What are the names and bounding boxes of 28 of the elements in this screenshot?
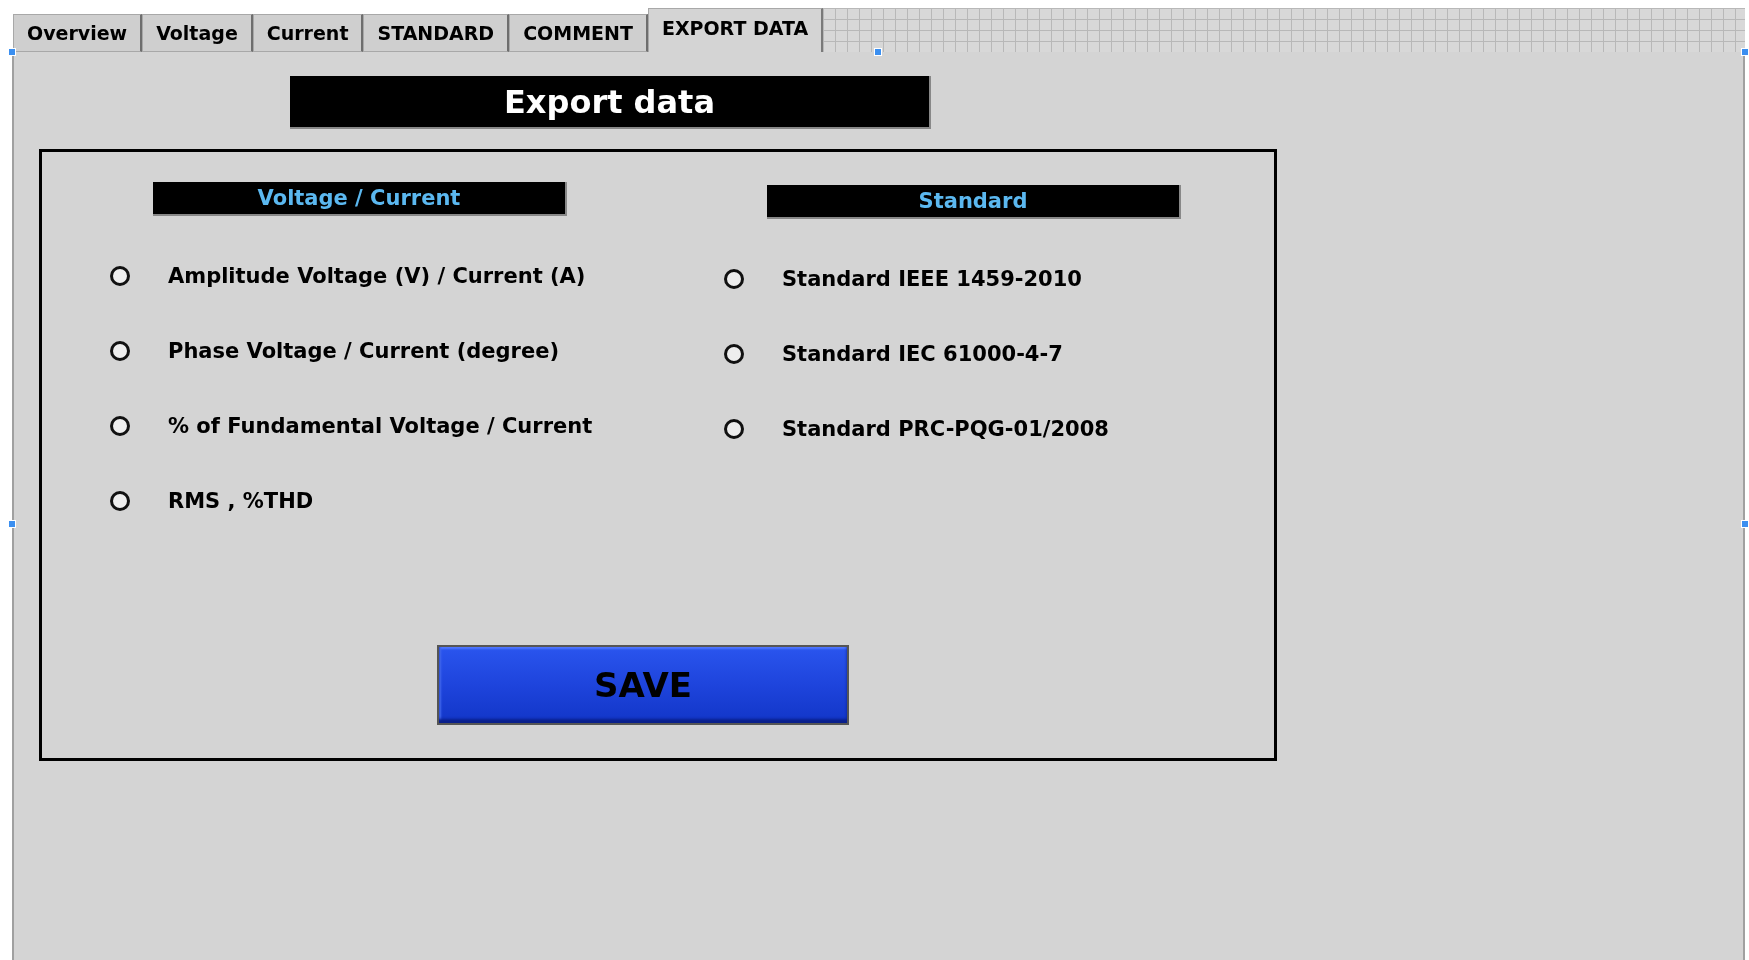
selection-handle[interactable] <box>1741 520 1749 528</box>
radio-button[interactable] <box>724 419 744 439</box>
radio-button[interactable] <box>724 344 744 364</box>
tab[interactable]: COMMENT <box>509 14 648 52</box>
radio-button[interactable] <box>110 491 130 511</box>
option-label: Standard IEC 61000-4-7 <box>782 342 1063 366</box>
selection-handle[interactable] <box>874 48 882 56</box>
radio-button[interactable] <box>110 341 130 361</box>
tab[interactable]: Current <box>252 14 364 52</box>
option-label: % of Fundamental Voltage / Current <box>168 414 593 438</box>
option-label: RMS , %THD <box>168 489 314 513</box>
selection-handle[interactable] <box>1741 48 1749 56</box>
tab[interactable]: STANDARD <box>363 14 510 52</box>
page-title: Export data <box>290 76 931 129</box>
tab[interactable]: EXPORT DATA <box>647 8 824 52</box>
section-heading: Voltage / Current <box>153 182 567 216</box>
tab[interactable]: Voltage <box>142 14 253 52</box>
radio-button[interactable] <box>110 416 130 436</box>
selection-handle[interactable] <box>8 48 16 56</box>
selection-handle[interactable] <box>8 520 16 528</box>
tab[interactable]: Overview <box>13 14 143 52</box>
radio-button[interactable] <box>724 269 744 289</box>
radio-button[interactable] <box>110 266 130 286</box>
section-heading: Standard <box>767 185 1181 219</box>
option-label: Standard PRC-PQG-01/2008 <box>782 417 1109 441</box>
option-label: Amplitude Voltage (V) / Current (A) <box>168 264 586 288</box>
option-label: Standard IEEE 1459-2010 <box>782 267 1082 291</box>
option-label: Phase Voltage / Current (degree) <box>168 339 560 363</box>
